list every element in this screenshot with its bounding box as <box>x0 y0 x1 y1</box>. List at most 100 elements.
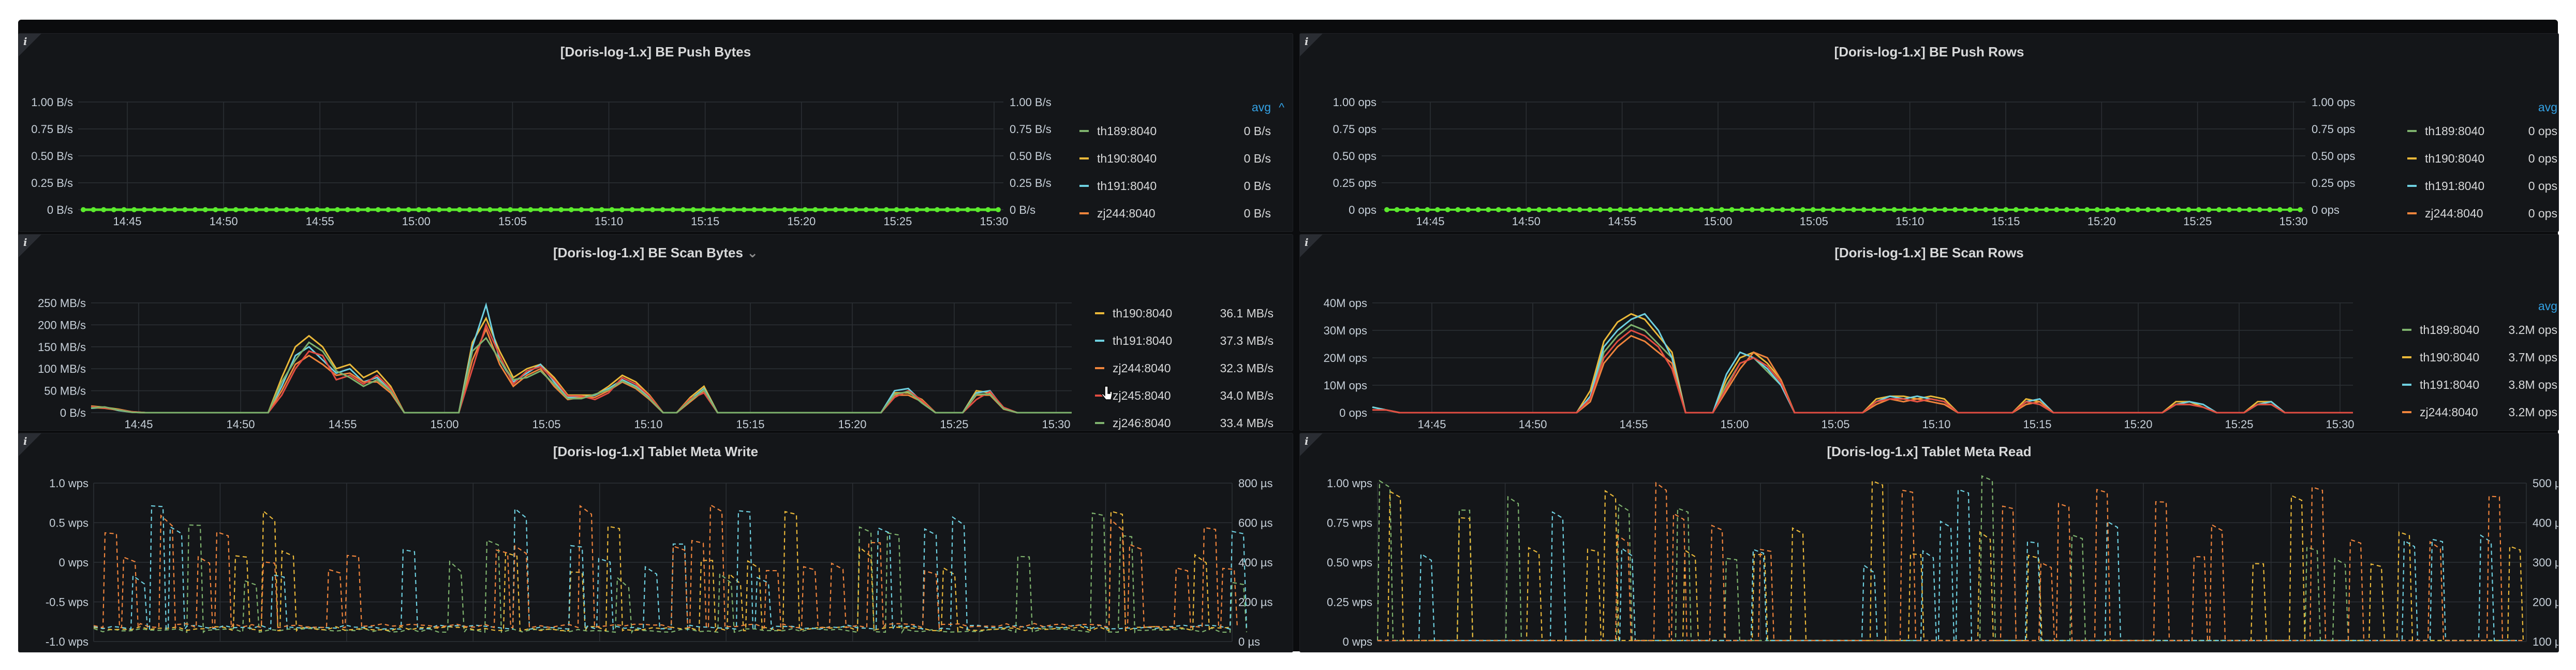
data-point <box>365 207 371 212</box>
legend-item-label: th191:8040 <box>1113 334 1172 347</box>
y2-tick-label: 0.25 B/s <box>1010 177 1052 190</box>
x-tick-label: 14:50 <box>226 418 255 430</box>
data-point <box>2044 207 2049 212</box>
data-point <box>2298 207 2303 212</box>
y-tick-label: 0.50 ops <box>1333 150 1376 163</box>
legend-item-label: th191:8040 <box>2420 378 2479 391</box>
y2-tick-label: 0.25 ops <box>2312 177 2355 190</box>
chevron-up-icon: ^ <box>1279 100 1284 114</box>
data-point <box>477 207 483 212</box>
data-point <box>701 207 706 212</box>
y-tick-label: 1.00 B/s <box>31 96 73 109</box>
x-tick-label: 15:10 <box>634 418 662 430</box>
data-point <box>2064 207 2069 212</box>
series-line-dashed <box>1378 488 2517 642</box>
x-tick-label: 15:20 <box>838 418 866 430</box>
data-point <box>2175 207 2181 212</box>
x-tick-label: 15:25 <box>940 418 968 430</box>
series-line-dashed <box>93 509 1231 633</box>
y-tick-label: 0.25 wps <box>1327 596 1372 609</box>
data-point <box>1577 207 1582 212</box>
data-point <box>985 207 991 212</box>
legend-item-label: th189:8040 <box>2425 124 2484 138</box>
data-point <box>172 207 177 212</box>
y2-tick-label: 1.00 B/s <box>1010 96 1052 109</box>
legend-item-value: 0 B/s <box>1244 152 1271 165</box>
data-point <box>1506 207 1512 212</box>
data-point <box>1841 207 1846 212</box>
data-point <box>1861 207 1867 212</box>
data-point <box>2115 207 2120 212</box>
data-point <box>324 207 330 212</box>
x-tick-label: 15:30 <box>2326 418 2354 430</box>
x-tick-label: 15:05 <box>498 215 527 228</box>
data-point <box>1780 207 1785 212</box>
y-tick-label: 0.50 B/s <box>31 150 73 163</box>
x-tick-label: 15:05 <box>532 418 560 430</box>
x-tick-label: 14:55 <box>306 215 334 228</box>
legend-item-value: 0 ops <box>2528 179 2557 193</box>
data-point <box>375 207 381 212</box>
data-point <box>589 207 595 212</box>
x-tick-label: 15:10 <box>1922 418 1950 430</box>
x-tick-label: 14:50 <box>1518 418 1547 430</box>
data-point <box>741 207 747 212</box>
data-point <box>2145 207 2151 212</box>
data-point <box>2166 207 2171 212</box>
data-point <box>2196 207 2201 212</box>
data-point <box>1587 207 1593 212</box>
data-point <box>924 207 930 212</box>
data-point <box>1790 207 1796 212</box>
data-point <box>1698 207 1704 212</box>
data-point <box>1770 207 1775 212</box>
legend-item-label: zj245:8040 <box>1113 389 1171 402</box>
data-point <box>731 207 737 212</box>
data-point <box>447 207 452 212</box>
data-point <box>395 207 401 212</box>
chart-be-scan-rows: 40M ops 30M ops 20M ops 10M ops 0 ops 14:45 14… <box>1324 297 2557 430</box>
y2-tick-label: 200 µs <box>2533 596 2558 609</box>
data-point <box>1414 207 1420 212</box>
data-point <box>883 207 889 212</box>
data-point <box>1983 207 1989 212</box>
x-tick-label: 15:10 <box>595 215 623 228</box>
y2-tick-label: 0.50 ops <box>2312 150 2355 163</box>
data-point <box>874 207 879 212</box>
data-point <box>355 207 361 212</box>
data-point <box>690 207 696 212</box>
data-point <box>121 207 127 212</box>
data-point <box>2246 207 2252 212</box>
data-point <box>1689 207 1694 212</box>
y2-tick-label: 600 µs <box>1238 517 1273 530</box>
data-point <box>1557 207 1562 212</box>
data-point <box>1638 207 1644 212</box>
data-point <box>1648 207 1653 212</box>
data-point <box>609 207 615 212</box>
data-point <box>2267 207 2273 212</box>
legend-item-label: th189:8040 <box>2420 323 2479 337</box>
x-tick-label: 15:30 <box>1042 418 1070 430</box>
legend-item-label: th189:8040 <box>1097 124 1157 138</box>
data-point <box>1455 207 1461 212</box>
data-point <box>975 207 981 212</box>
data-point <box>833 207 838 212</box>
x-tick-label: 14:50 <box>210 215 238 228</box>
data-point <box>1750 207 1755 212</box>
pointer-cursor-icon <box>1101 386 1113 400</box>
data-point <box>640 207 645 212</box>
x-tick-label: 15:05 <box>1800 215 1828 228</box>
x-tick-label: 14:45 <box>113 215 141 228</box>
y2-tick-label: 0 B/s <box>1010 203 1035 216</box>
data-point <box>1759 207 1765 212</box>
y2-tick-label: 0.75 ops <box>2312 123 2355 136</box>
chart-tablet-meta-read: 1.00 wps 0.75 wps 0.50 wps 0.25 wps 0 wps 500… <box>1327 475 2558 648</box>
y-tick-label: -1.0 wps <box>46 635 88 648</box>
data-point <box>2206 207 2212 212</box>
y2-tick-label: 0 ops <box>2312 203 2340 216</box>
data-point <box>538 207 543 212</box>
y-tick-label: 0 wps <box>59 556 88 569</box>
data-point <box>1384 207 1389 212</box>
data-point <box>2216 207 2222 212</box>
data-point <box>2155 207 2161 212</box>
series-line-dashed <box>93 512 1248 634</box>
